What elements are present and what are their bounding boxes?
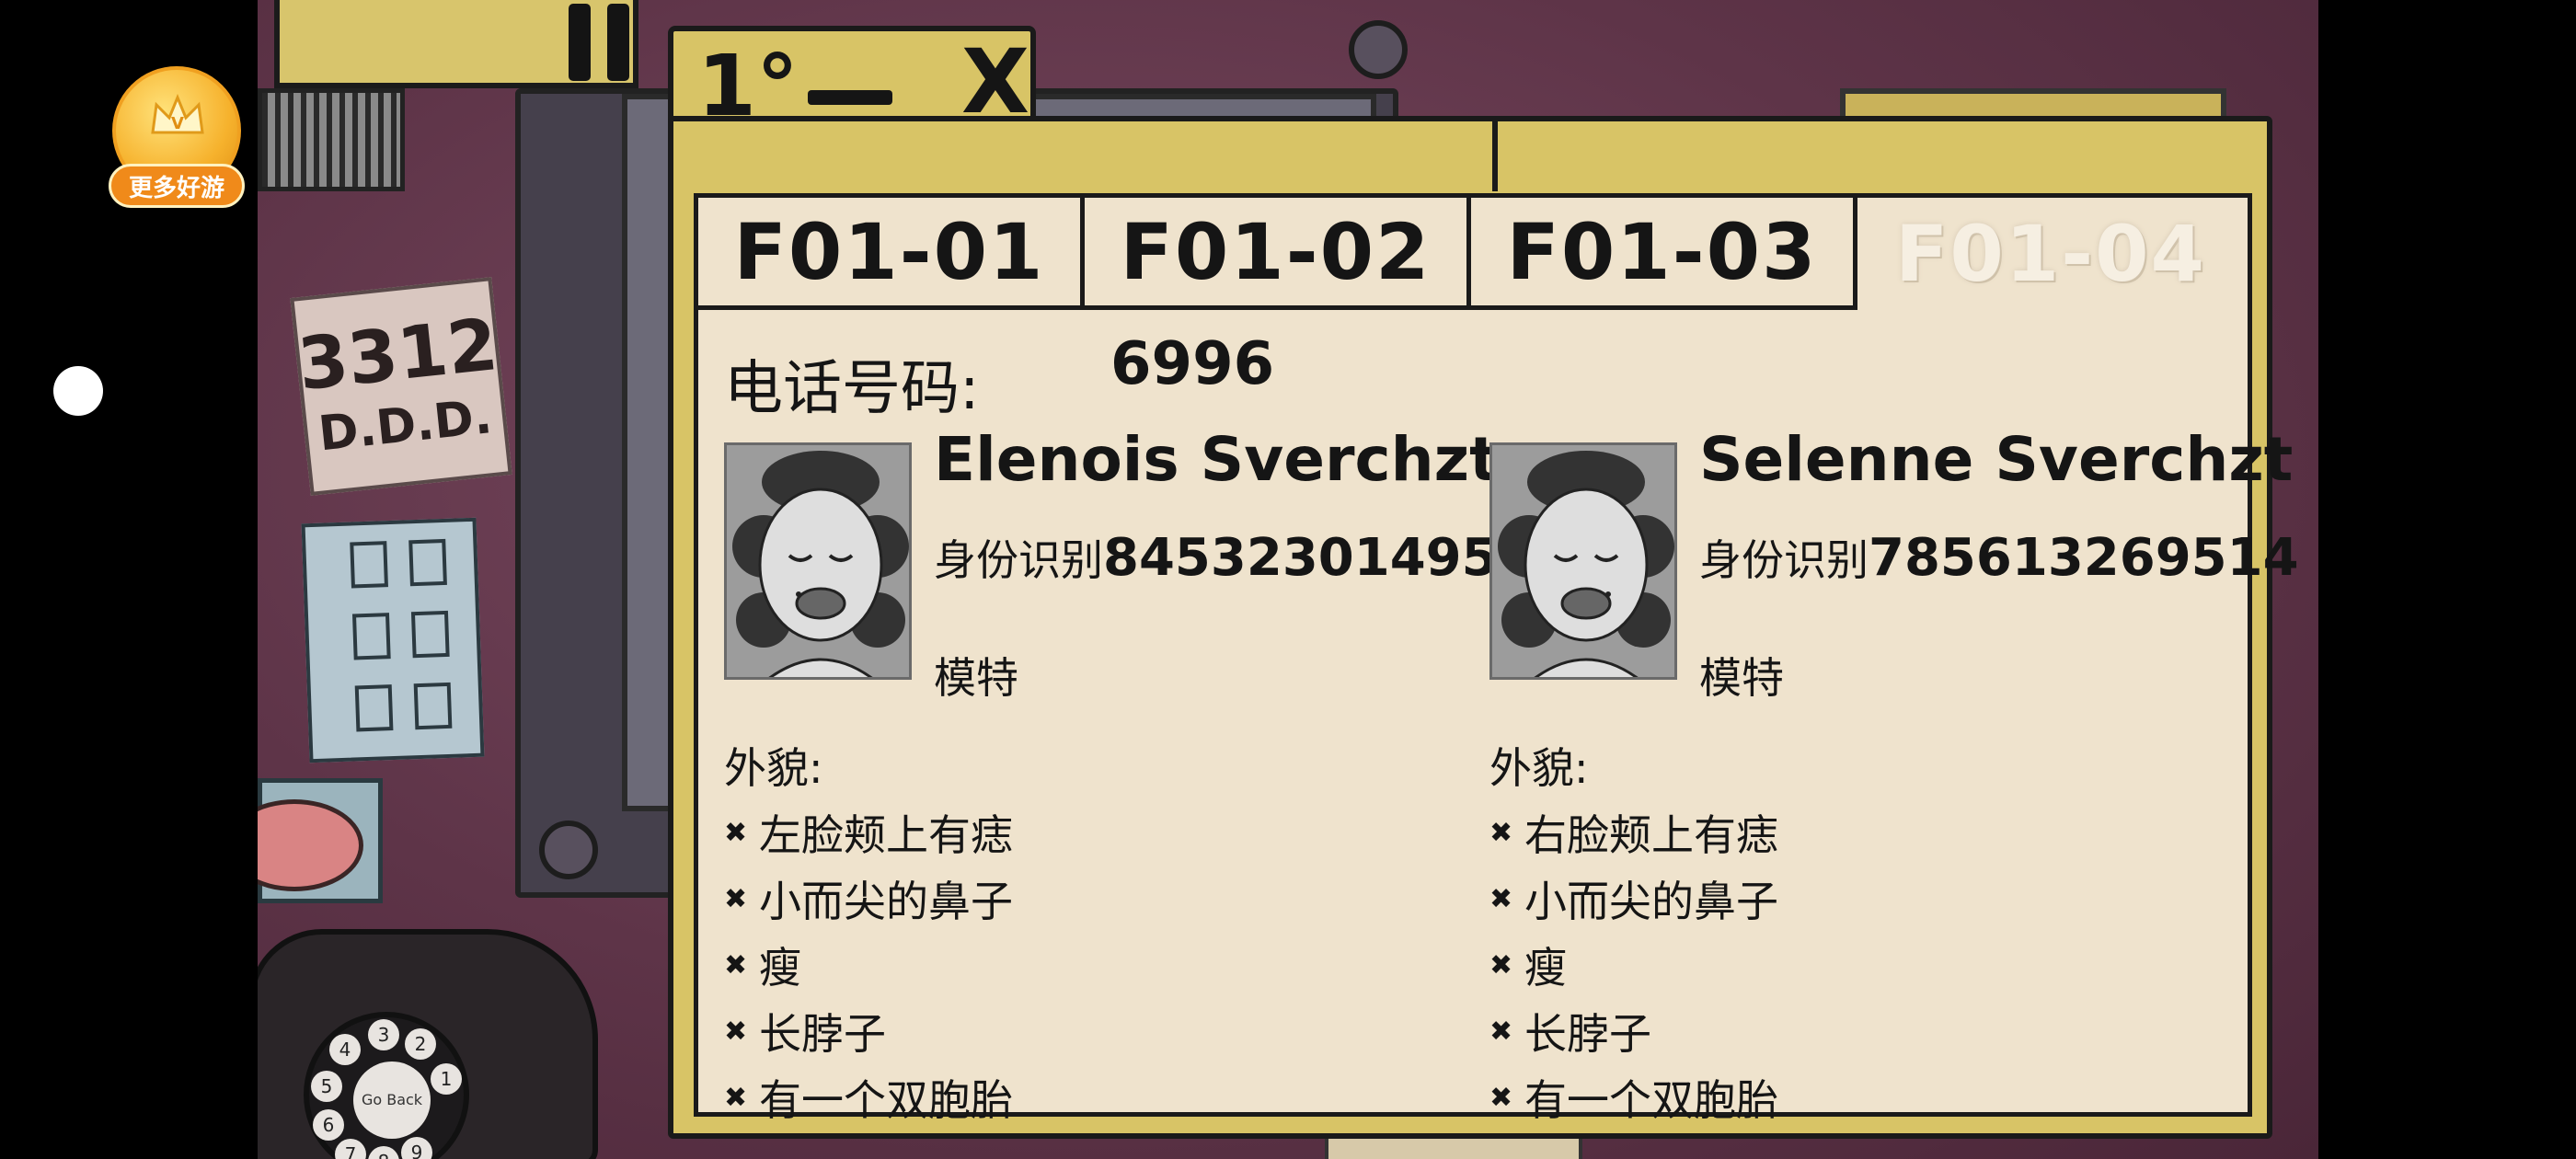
trait-list: ✖ 右脸颊上有痣 ✖ 小而尖的鼻子 ✖ 瘦 ✖ 长脖子 ✖ 有一个双胞胎 bbox=[1489, 799, 1778, 1130]
dial-number[interactable]: 8 bbox=[368, 1146, 399, 1159]
note-number: 3312 bbox=[293, 304, 502, 407]
floating-dot[interactable] bbox=[53, 366, 103, 416]
screw-icon bbox=[539, 820, 598, 879]
trait-text: 小而尖的鼻子 bbox=[1524, 877, 1778, 926]
more-games-badge[interactable]: V 更多好游 bbox=[109, 66, 245, 213]
trait-list: ✖ 左脸颊上有痣 ✖ 小而尖的鼻子 ✖ 瘦 ✖ 长脖子 ✖ 有一个双胞胎 bbox=[724, 799, 1013, 1130]
dial-number[interactable]: 4 bbox=[329, 1034, 361, 1065]
person-card: Selenne Sverchzt 身份识别785613269514 模特 外貌:… bbox=[1489, 424, 2299, 1125]
trait-text: 有一个双胞胎 bbox=[759, 1075, 1013, 1125]
phone-label: 电话号码: bbox=[724, 355, 980, 423]
crown-icon: V bbox=[151, 94, 204, 134]
badge-letter: V bbox=[171, 114, 184, 133]
id-label: 身份识别 bbox=[1699, 535, 1869, 585]
trait-text: 左脸颊上有痣 bbox=[759, 810, 1013, 860]
trait-item: ✖ 有一个双胞胎 bbox=[724, 1064, 1013, 1130]
dial-number[interactable]: 5 bbox=[311, 1071, 342, 1102]
letterbox-right bbox=[2318, 0, 2576, 1159]
trait-item: ✖ 小而尖的鼻子 bbox=[1489, 866, 1778, 932]
cross-icon: ✖ bbox=[724, 1015, 748, 1048]
pause-panel bbox=[274, 0, 638, 88]
portrait-image bbox=[724, 442, 912, 680]
trait-item: ✖ 小而尖的鼻子 bbox=[724, 866, 1013, 932]
file-tabs: F01-01 F01-02 F01-03 F01-04 bbox=[698, 198, 2244, 310]
trait-item: ✖ 有一个双胞胎 bbox=[1489, 1064, 1778, 1130]
cross-icon: ✖ bbox=[724, 1081, 748, 1114]
dossier-paper: F01-01 F01-02 F01-03 F01-04 电话号码: 6996 E… bbox=[694, 193, 2299, 1125]
tab-f01-02[interactable]: F01-02 bbox=[1085, 198, 1471, 310]
occupation: 模特 bbox=[1699, 653, 1784, 703]
badge-label: 更多好游 bbox=[109, 164, 245, 208]
id-value: 845323014956 bbox=[1103, 528, 1534, 588]
cross-icon: ✖ bbox=[1489, 882, 1513, 915]
sticky-note[interactable]: 3312 D.D.D. bbox=[290, 277, 512, 496]
trait-text: 瘦 bbox=[759, 943, 801, 993]
dial-number[interactable]: 3 bbox=[368, 1019, 399, 1050]
cross-icon: ✖ bbox=[1489, 1081, 1513, 1114]
trait-item: ✖ 长脖子 bbox=[1489, 998, 1778, 1064]
dial-number[interactable]: 2 bbox=[405, 1028, 436, 1060]
id-value: 785613269514 bbox=[1869, 528, 2299, 588]
tab-f01-04[interactable]: F01-04 bbox=[1857, 198, 2244, 310]
trait-text: 瘦 bbox=[1524, 943, 1567, 993]
id-row: 身份识别845323014956 bbox=[934, 527, 1534, 588]
folder-divider bbox=[1492, 121, 1498, 191]
cross-icon: ✖ bbox=[1489, 948, 1513, 981]
appearance-title: 外貌: bbox=[724, 743, 823, 793]
trait-text: 右脸颊上有痣 bbox=[1524, 810, 1778, 860]
cross-icon: ✖ bbox=[724, 816, 748, 849]
trait-text: 长脖子 bbox=[1524, 1009, 1651, 1059]
cross-icon: ✖ bbox=[1489, 1015, 1513, 1048]
pause-icon[interactable] bbox=[565, 4, 633, 81]
tab-f01-01[interactable]: F01-01 bbox=[698, 198, 1085, 310]
screw-icon bbox=[1349, 20, 1408, 79]
alarm-button-box bbox=[258, 778, 383, 903]
person-name: Elenois Sverchzt bbox=[934, 424, 1499, 495]
cross-icon: ✖ bbox=[724, 948, 748, 981]
trait-item: ✖ 左脸颊上有痣 bbox=[724, 799, 1013, 866]
minimize-button[interactable] bbox=[808, 90, 892, 105]
trait-item: ✖ 瘦 bbox=[724, 932, 1013, 998]
go-back-button[interactable]: Go Back bbox=[353, 1061, 431, 1139]
trait-text: 有一个双胞胎 bbox=[1524, 1075, 1778, 1125]
trait-item: ✖ 瘦 bbox=[1489, 932, 1778, 998]
cross-icon: ✖ bbox=[1489, 816, 1513, 849]
wall-vent bbox=[258, 88, 405, 191]
id-row: 身份识别785613269514 bbox=[1699, 527, 2299, 588]
alarm-button[interactable] bbox=[258, 799, 363, 891]
occupation: 模特 bbox=[934, 653, 1018, 703]
phone-value: 6996 bbox=[1110, 330, 1275, 398]
trait-text: 长脖子 bbox=[759, 1009, 886, 1059]
portrait-image bbox=[1489, 442, 1677, 680]
appearance-title: 外貌: bbox=[1489, 743, 1589, 793]
dial-number[interactable]: 1 bbox=[431, 1063, 462, 1095]
tab-f01-03[interactable]: F01-03 bbox=[1471, 198, 1857, 310]
person-card: Elenois Sverchzt 身份识别845323014956 模特 外貌:… bbox=[724, 424, 1534, 1125]
trait-item: ✖ 长脖子 bbox=[724, 998, 1013, 1064]
cross-icon: ✖ bbox=[724, 882, 748, 915]
dial-number[interactable]: 6 bbox=[313, 1109, 344, 1141]
trait-text: 小而尖的鼻子 bbox=[759, 877, 1013, 926]
trait-item: ✖ 右脸颊上有痣 bbox=[1489, 799, 1778, 866]
person-name: Selenne Sverchzt bbox=[1699, 424, 2294, 495]
dial-number[interactable]: 7 bbox=[335, 1139, 366, 1159]
close-button[interactable]: X bbox=[949, 38, 1041, 126]
dial-number[interactable]: 9 bbox=[401, 1137, 432, 1159]
mugshot-sheet[interactable] bbox=[301, 517, 485, 763]
id-label: 身份识别 bbox=[934, 535, 1103, 585]
dossier-folder: F01-01 F01-02 F01-03 F01-04 电话号码: 6996 E… bbox=[668, 116, 2299, 1139]
